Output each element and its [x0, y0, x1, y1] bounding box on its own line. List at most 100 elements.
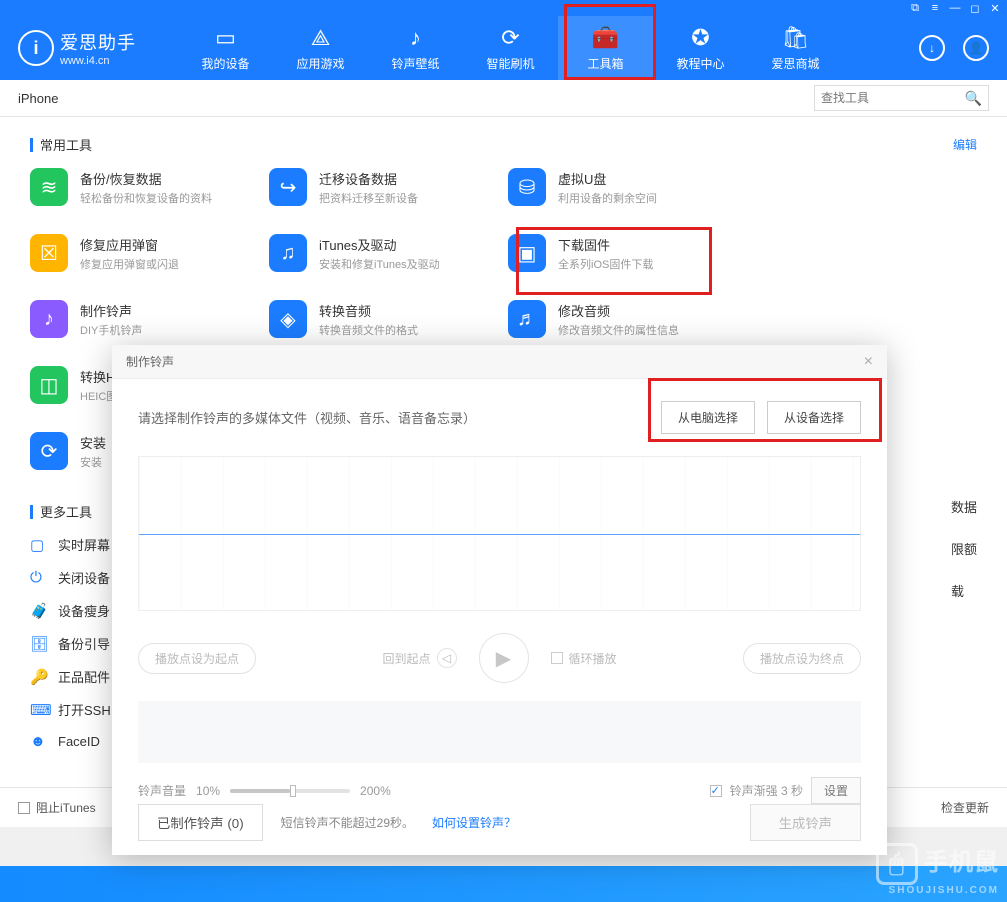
app-title: 爱思助手	[60, 29, 136, 55]
tool-icon: ♪	[30, 300, 68, 338]
fade-settings-button[interactable]: 设置	[811, 777, 861, 804]
tool-title: 修改音频	[558, 301, 679, 320]
device-icon: ▭	[215, 25, 236, 51]
tool-item[interactable]: ♪制作铃声DIY手机铃声	[30, 300, 269, 338]
user-icon[interactable]: 👤	[963, 35, 989, 61]
search-icon[interactable]: 🔍	[965, 90, 982, 107]
watermark: 🖱手机鼠 SHOUJISHU.COM	[876, 842, 999, 896]
tool-item[interactable]: ⛁ 虚拟U盘利用设备的剩余空间	[508, 168, 747, 206]
tool-item[interactable]: ≋备份/恢复数据轻松备份和恢复设备的资料	[30, 168, 269, 206]
logo[interactable]: i 爱思助手 www.i4.cn	[18, 29, 178, 67]
tool-item[interactable]: ♫iTunes及驱动安装和修复iTunes及驱动	[269, 234, 508, 272]
set-start-button[interactable]: 播放点设为起点	[138, 643, 256, 674]
tool-desc: 全系列iOS固件下载	[558, 256, 653, 272]
howto-link[interactable]: 如何设置铃声？	[432, 814, 516, 831]
make-ringtone-modal: 制作铃声 × 请选择制作铃声的多媒体文件（视频、音乐、语音备忘录） 从电脑选择 …	[112, 345, 887, 855]
output-preview	[138, 701, 861, 763]
tool-icon: ≋	[30, 168, 68, 206]
bottom-strip	[0, 866, 1007, 902]
more-tool-label: 正品配件	[58, 667, 110, 686]
tool-title: 安装	[80, 433, 106, 452]
more-tool-icon: 🗄	[30, 635, 48, 653]
tab-smart-flash[interactable]: ⟳智能刷机	[463, 16, 558, 80]
more-tool-label: 备份引导	[58, 634, 110, 653]
choose-from-pc-button[interactable]: 从电脑选择	[661, 401, 755, 434]
toolbox-icon: 🧰	[592, 25, 619, 51]
partial-visible-items: 数据 限额 载	[951, 497, 977, 600]
maximize-icon[interactable]: ◻	[969, 2, 981, 15]
more-tool-icon: 🧳	[30, 602, 48, 620]
tool-title: 修复应用弹窗	[80, 235, 179, 254]
volume-slider[interactable]	[230, 789, 350, 793]
close-window-icon[interactable]: ✕	[989, 2, 1001, 15]
back-to-start-icon[interactable]: ◁	[437, 648, 457, 668]
check-update-link[interactable]: 检查更新	[941, 799, 989, 816]
modal-close-icon[interactable]: ×	[864, 353, 873, 371]
music-icon: ♪	[410, 25, 421, 51]
nav-tabs: ▭我的设备 ⟁应用游戏 ♪铃声壁纸 ⟳智能刷机 🧰工具箱 ✪教程中心 🛍爱思商城	[178, 16, 919, 80]
more-tool-label: FaceID	[58, 734, 100, 749]
device-name[interactable]: iPhone	[18, 91, 58, 106]
duration-tip: 短信铃声不能超过29秒。	[281, 814, 414, 831]
apps-icon: ⟁	[311, 25, 331, 51]
modal-prompt: 请选择制作铃声的多媒体文件（视频、音乐、语音备忘录）	[138, 408, 476, 427]
fade-in-checkbox[interactable]	[710, 785, 722, 797]
waveform-area[interactable]	[138, 456, 861, 611]
menu-icon[interactable]: ≡	[929, 2, 941, 15]
tool-item[interactable]: ☒修复应用弹窗修复应用弹窗或闪退	[30, 234, 269, 272]
tool-title: 下载固件	[558, 235, 653, 254]
app-url: www.i4.cn	[60, 55, 136, 67]
tool-desc: 安装	[80, 454, 106, 470]
logo-icon: i	[18, 30, 54, 66]
more-tool-icon: ⌨	[30, 701, 48, 719]
tab-my-device[interactable]: ▭我的设备	[178, 16, 273, 80]
more-tool-icon: 🔑	[30, 668, 48, 686]
back-to-start-label: 回到起点	[382, 650, 430, 667]
block-itunes-label: 阻止iTunes	[36, 799, 96, 816]
made-ringtones-button[interactable]: 已制作铃声 (0)	[138, 804, 263, 841]
tool-icon: ⛁	[508, 168, 546, 206]
tool-item[interactable]: ↪迁移设备数据把资料迁移至新设备	[269, 168, 508, 206]
more-tool-icon: ☻	[30, 733, 48, 750]
tool-icon: ◈	[269, 300, 307, 338]
tool-title: 迁移设备数据	[319, 169, 418, 188]
tool-icon: ♫	[269, 234, 307, 272]
tool-title: 虚拟U盘	[558, 169, 657, 188]
tool-desc: 安装和修复iTunes及驱动	[319, 256, 440, 272]
window-controls: ⧉ ≡ — ◻ ✕	[909, 2, 1001, 15]
tab-ringtone-wallpaper[interactable]: ♪铃声壁纸	[368, 16, 463, 80]
volume-min: 10%	[196, 784, 220, 798]
minimize-icon[interactable]: —	[949, 2, 961, 15]
tool-icon: ◫	[30, 366, 68, 404]
edit-link[interactable]: 编辑	[953, 136, 977, 153]
tool-desc: 利用设备的剩余空间	[558, 190, 657, 206]
more-tool-label: 设备瘦身	[58, 601, 110, 620]
refresh-icon: ⟳	[501, 25, 519, 51]
tool-item[interactable]: ♬修改音频修改音频文件的属性信息	[508, 300, 747, 338]
tool-desc: 把资料迁移至新设备	[319, 190, 418, 206]
accent-bar	[30, 138, 33, 152]
section-title-common: 常用工具	[40, 135, 92, 154]
tab-store[interactable]: 🛍爱思商城	[748, 16, 843, 80]
subheader: iPhone 🔍	[0, 80, 1007, 117]
tab-toolbox[interactable]: 🧰工具箱	[558, 16, 653, 80]
download-icon[interactable]: ↓	[919, 35, 945, 61]
tool-item[interactable]: ▣ 下载固件全系列iOS固件下载	[508, 234, 747, 272]
search-input[interactable]	[821, 91, 965, 105]
tool-item[interactable]: ◈转换音频转换音频文件的格式	[269, 300, 508, 338]
block-itunes-checkbox[interactable]	[18, 802, 30, 814]
set-end-button[interactable]: 播放点设为终点	[743, 643, 861, 674]
tool-title: 制作铃声	[80, 301, 142, 320]
tab-apps-games[interactable]: ⟁应用游戏	[273, 16, 368, 80]
more-tool-label: 关闭设备	[58, 568, 110, 587]
search-box[interactable]: 🔍	[814, 85, 989, 111]
gift-icon[interactable]: ⧉	[909, 2, 921, 15]
more-tool-icon: ⏻	[30, 569, 48, 586]
choose-from-device-button[interactable]: 从设备选择	[767, 401, 861, 434]
tool-icon: ▣	[508, 234, 546, 272]
play-button[interactable]: ▶	[479, 633, 529, 683]
loop-checkbox[interactable]	[551, 652, 563, 664]
tool-desc: 转换音频文件的格式	[319, 322, 418, 338]
tab-tutorials[interactable]: ✪教程中心	[653, 16, 748, 80]
generate-ringtone-button[interactable]: 生成铃声	[750, 804, 861, 841]
